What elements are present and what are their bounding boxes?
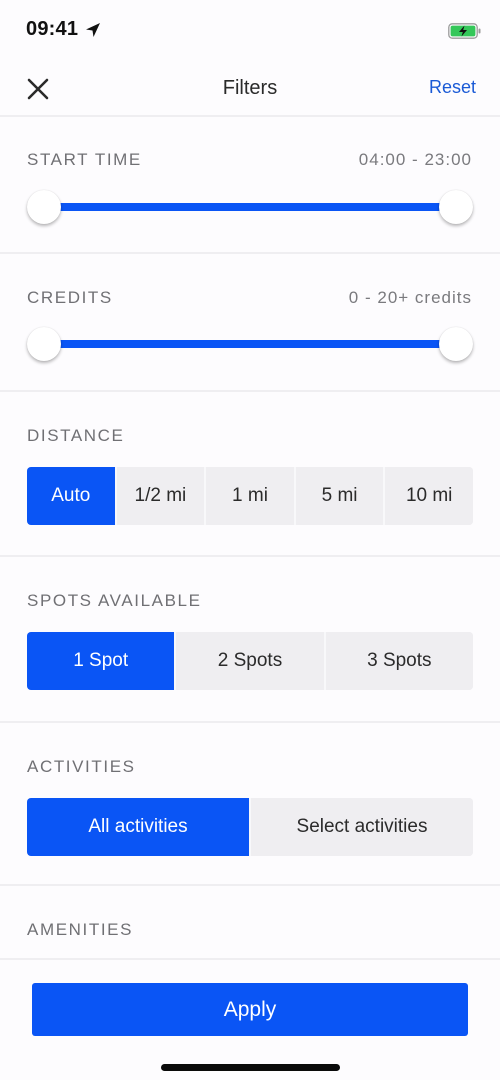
activities-option[interactable]: All activities [27,798,249,856]
apply-button[interactable]: Apply [32,983,468,1036]
activities-option[interactable]: Select activities [249,798,473,856]
status-bar: 09:41 [0,0,500,60]
slider-fill [44,203,456,211]
start-time-value: 04:00 - 23:00 [358,150,472,169]
spots-option[interactable]: 3 Spots [323,632,473,690]
amenities-section: AMENITIES [0,886,500,966]
distance-section: DISTANCE Auto 1/2 mi 1 mi 5 mi 10 mi [0,392,500,557]
location-arrow-icon [86,23,100,37]
slider-thumb-max[interactable] [439,190,473,224]
home-indicator [161,1064,340,1071]
distance-option[interactable]: 5 mi [293,467,384,525]
slider-fill [44,340,456,348]
nav-bar: Filters Reset [0,60,500,117]
slider-thumb-min[interactable] [27,190,61,224]
slider-thumb-min[interactable] [27,327,61,361]
activities-label: ACTIVITIES [27,757,136,776]
spots-segmented-control: 1 Spot 2 Spots 3 Spots [27,632,473,690]
spots-label: SPOTS AVAILABLE [27,591,202,610]
credits-value: 0 - 20+ credits [348,288,472,307]
distance-segmented-control: Auto 1/2 mi 1 mi 5 mi 10 mi [27,467,473,525]
slider-thumb-max[interactable] [439,327,473,361]
page-title: Filters [222,77,278,99]
credits-label: CREDITS [27,288,113,307]
activities-segmented-control: All activities Select activities [27,798,473,856]
distance-option[interactable]: 1/2 mi [114,467,205,525]
activities-section: ACTIVITIES All activities Select activit… [0,723,500,886]
battery-charging-icon [448,23,481,39]
distance-option[interactable]: 10 mi [383,467,473,525]
spots-option[interactable]: 2 Spots [174,632,324,690]
spots-section: SPOTS AVAILABLE 1 Spot 2 Spots 3 Spots [0,557,500,723]
distance-option[interactable]: 1 mi [204,467,294,525]
distance-option[interactable]: Auto [27,467,115,525]
credits-slider[interactable] [27,327,473,361]
credits-section: CREDITS 0 - 20+ credits [0,254,500,392]
distance-label: DISTANCE [27,426,125,445]
reset-button[interactable]: Reset [429,77,476,98]
start-time-section: START TIME 04:00 - 23:00 [0,119,500,254]
footer: Apply [0,958,500,1080]
spots-option[interactable]: 1 Spot [27,632,175,690]
amenities-label: AMENITIES [27,920,134,939]
status-time: 09:41 [26,18,79,40]
start-time-label: START TIME [27,150,142,169]
start-time-slider[interactable] [27,190,473,224]
